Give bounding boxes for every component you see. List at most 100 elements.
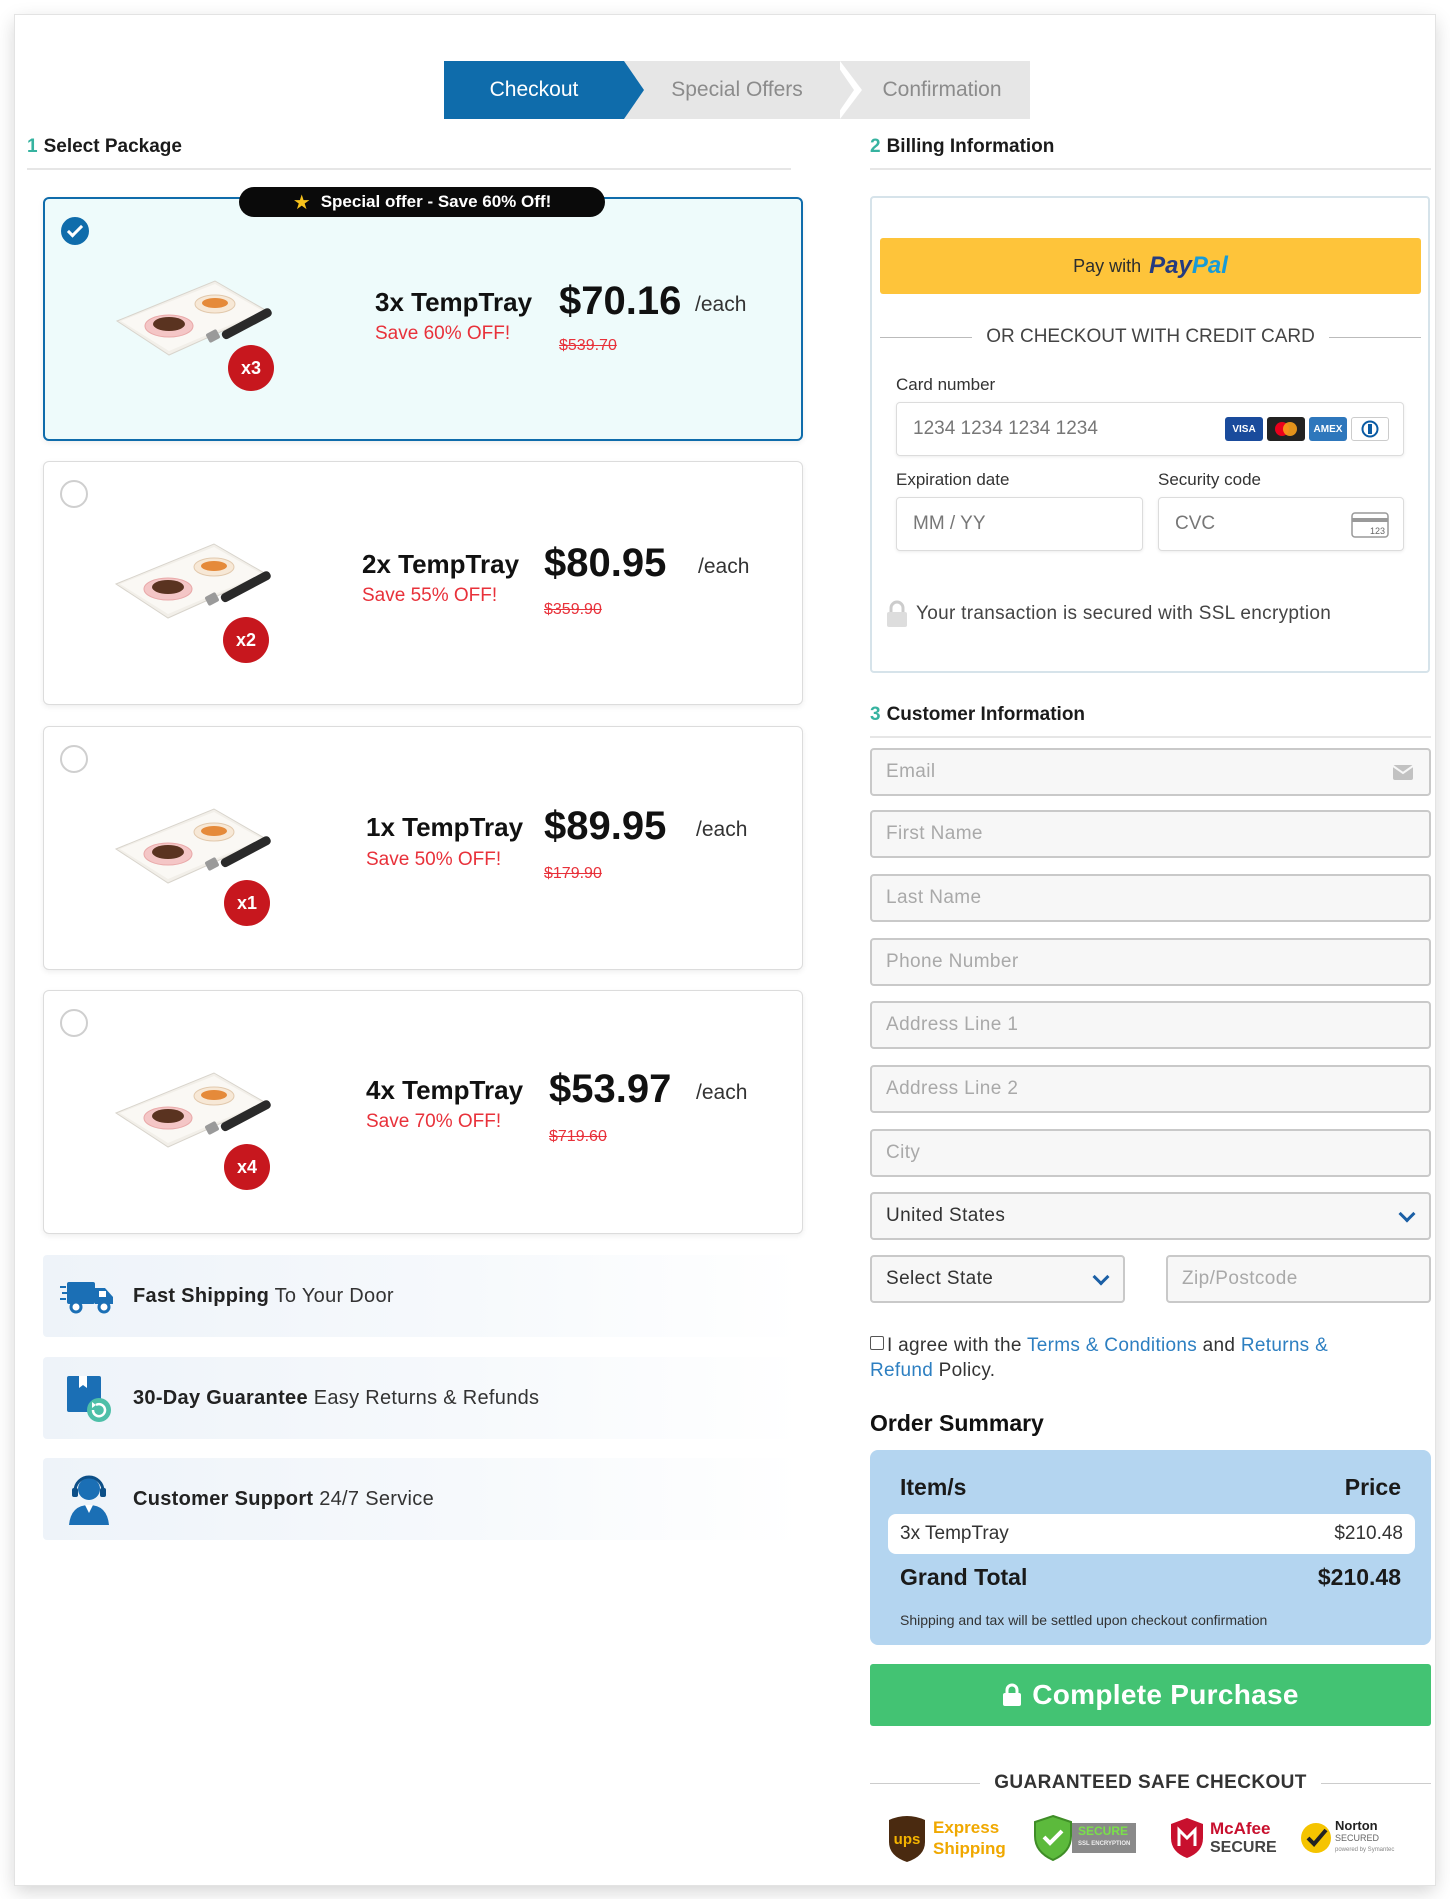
ssl-notice: Your transaction is secured with SSL enc… [886,600,1331,628]
package-name: 1x TempTray [366,812,524,842]
mcafee-shield-icon [1171,1818,1203,1858]
package-name: 4x TempTray [366,1075,524,1105]
package-option-4x[interactable]: x4 4x TempTray Save 70% OFF! $53.97 /eac… [43,990,803,1234]
norton-check-icon [1301,1823,1331,1853]
original-price: $539.70 [559,337,617,354]
price-unit: /each [696,1081,748,1104]
radio-unselected[interactable] [60,480,88,508]
paypal-logo: Pay [1149,252,1192,279]
first-name-field[interactable]: First Name [870,810,1431,858]
paypal-button[interactable]: Pay with Pay Pal [880,238,1421,294]
chevron-down-icon [1092,1268,1110,1286]
visa-icon: VISA [1225,417,1263,441]
ups-badge: ups Express Shipping [887,1810,1006,1866]
package-name: 2x TempTray [362,549,520,579]
original-price: $179.90 [544,865,602,882]
package-price: $80.95 [544,541,667,585]
radio-unselected[interactable] [60,745,88,773]
order-summary-panel: Item/s Price 3x TempTray $210.48 Grand T… [870,1450,1431,1645]
terms-agreement: I agree with the Terms & Conditions and … [870,1335,1329,1381]
or-divider: OR CHECKOUT WITH CREDIT CARD [880,326,1422,348]
card-brand-icons: VISA AMEX [1225,417,1389,441]
expiration-input[interactable]: MM / YY [896,497,1143,551]
grand-total-value: $210.48 [1317,1564,1401,1590]
package-savings: Save 70% OFF! [366,1111,502,1132]
complete-purchase-button[interactable]: Complete Purchase [870,1664,1431,1726]
norton-badge: Norton SECURED powered by Symantec [1299,1810,1394,1866]
order-line-item: 3x TempTray $210.48 [888,1514,1415,1554]
diners-icon [1351,417,1389,441]
zip-field[interactable]: Zip/Postcode [1166,1255,1431,1303]
step-checkout[interactable]: Checkout [444,61,644,119]
package-savings: Save 60% OFF! [375,323,511,344]
price-column-header: Price [1344,1474,1401,1500]
cvc-card-icon: 123 [1351,512,1389,538]
quantity-badge: x1 [224,880,270,926]
feature-support: Customer Support 24/7 Service [43,1458,803,1540]
select-package-heading: 1 Select Package [27,136,791,170]
package-option-1x[interactable]: x1 1x TempTray Save 50% OFF! $89.95 /eac… [43,726,803,970]
original-price: $359.90 [544,601,602,618]
phone-field[interactable]: Phone Number [870,938,1431,986]
country-select[interactable]: United States [870,1192,1431,1240]
email-field[interactable]: Email [870,748,1431,796]
price-unit: /each [695,293,747,316]
radio-selected[interactable] [61,217,89,245]
state-select[interactable]: Select State [870,1255,1125,1303]
truck-icon [60,1282,113,1314]
check-icon [66,221,84,238]
step-special-offers[interactable]: Special Offers [624,61,862,119]
quantity-badge: x2 [223,617,269,663]
step-confirmation[interactable]: Confirmation [834,61,1030,119]
radio-unselected[interactable] [60,1009,88,1037]
address-line-1-field[interactable]: Address Line 1 [870,1001,1431,1049]
svg-text:123: 123 [1370,526,1385,536]
package-price: $53.97 [549,1067,672,1111]
return-box-icon [67,1376,111,1422]
quantity-badge: x3 [228,345,274,391]
checkout-steps: Checkout Special Offers Confirmation [444,61,1030,119]
last-name-field[interactable]: Last Name [870,874,1431,922]
support-agent-icon [69,1475,109,1525]
address-line-2-field[interactable]: Address Line 2 [870,1065,1431,1113]
line-item-price: $210.48 [1334,1523,1403,1544]
package-option-2x[interactable]: x2 2x TempTray Save 55% OFF! $80.95 /eac… [43,461,803,705]
special-offer-pill: ★ Special offer - Save 60% Off! [239,187,605,217]
terms-checkbox[interactable] [870,1336,884,1350]
original-price: $719.60 [549,1128,607,1145]
product-image [114,543,271,619]
price-unit: /each [698,555,750,578]
checkout-page: Checkout Special Offers Confirmation 1 Se… [15,15,1435,1885]
feature-text: 30-Day Guarantee Easy Returns & Refunds [133,1386,540,1409]
terms-link[interactable]: Terms & Conditions [1027,1335,1197,1356]
package-savings: Save 55% OFF! [362,585,498,606]
order-summary-title: Order Summary [870,1410,1044,1436]
lock-icon [1003,1683,1022,1706]
security-code-input[interactable]: CVC 123 [1158,497,1404,551]
shield-check-icon [1034,1814,1072,1862]
envelope-icon [1393,765,1413,780]
lock-icon [887,600,907,627]
mastercard-icon [1267,417,1305,441]
expiration-label: Expiration date [896,470,1010,489]
price-unit: /each [696,818,748,841]
line-item-name: 3x TempTray [900,1523,1009,1544]
svg-text:ups: ups [894,1831,921,1848]
items-column-header: Item/s [900,1474,967,1500]
feature-text: Customer Support 24/7 Service [133,1487,434,1510]
billing-panel: Pay with Pay Pal OR CHECKOUT WITH CREDIT … [870,196,1430,673]
star-icon: ★ [292,191,311,214]
quantity-badge: x4 [224,1144,270,1190]
grand-total-label: Grand Total [900,1564,1028,1590]
chevron-down-icon [1398,1205,1416,1223]
feature-guarantee: 30-Day Guarantee Easy Returns & Refunds [43,1357,803,1439]
security-code-label: Security code [1158,470,1261,489]
card-number-input[interactable]: 1234 1234 1234 1234 VISA AMEX [896,402,1404,456]
package-option-3x[interactable]: x3 3x TempTray Save 60% OFF! $70.16 /eac… [43,197,803,441]
customer-heading: 3 Customer Information [870,704,1431,738]
city-field[interactable]: City [870,1129,1431,1177]
billing-heading: 2 Billing Information [870,136,1431,170]
card-number-label: Card number [896,375,996,394]
package-price: $70.16 [559,279,682,323]
trust-badges: ups Express Shipping SECURE SSL ENCRYPTI… [885,1810,1415,1870]
